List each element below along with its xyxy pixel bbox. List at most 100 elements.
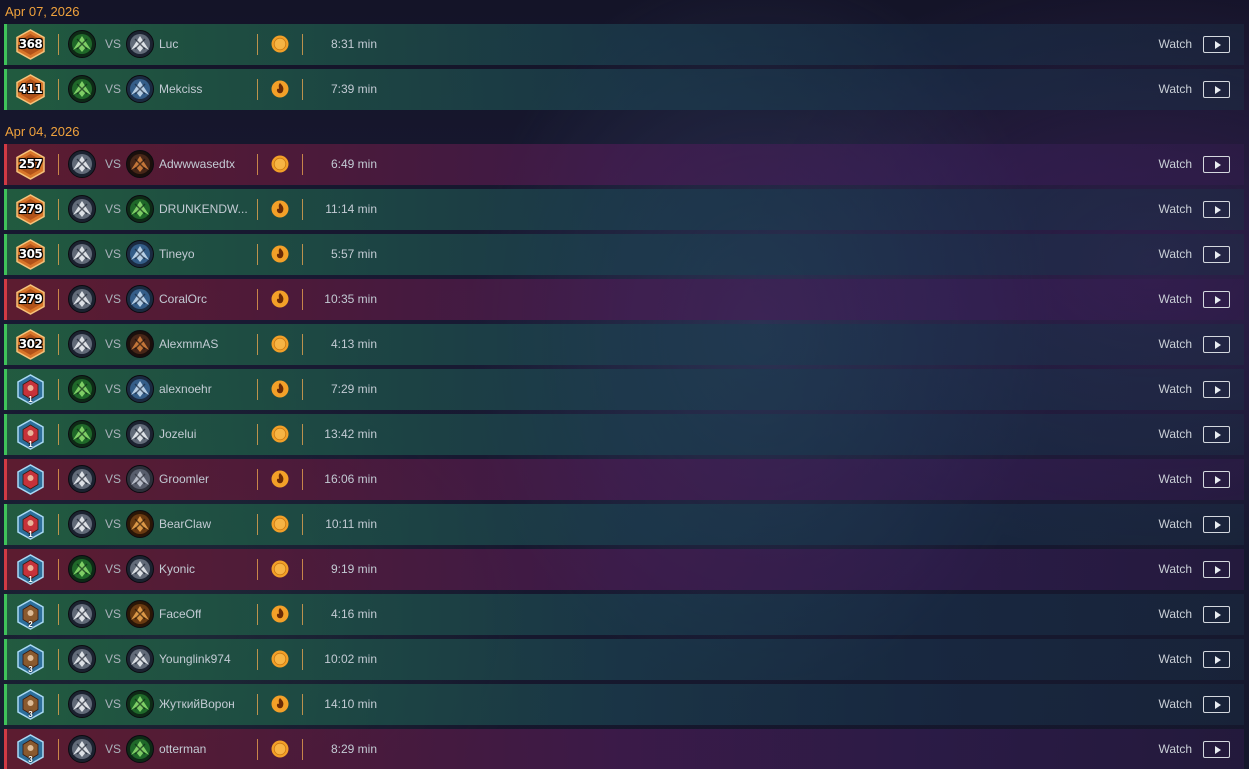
opponent-name: Tineyo bbox=[159, 247, 195, 261]
separator bbox=[257, 514, 258, 535]
watch-play-button[interactable] bbox=[1203, 336, 1230, 353]
match-row: 368 VS Luc 8:31 min Watch bbox=[4, 24, 1244, 65]
match-row: 2 VS FaceOff 4:16 min Watch bbox=[4, 594, 1244, 635]
watch-play-button[interactable] bbox=[1203, 36, 1230, 53]
separator bbox=[257, 154, 258, 175]
separator bbox=[58, 514, 59, 535]
play-icon bbox=[1214, 565, 1221, 574]
opponent-hero-icon bbox=[126, 600, 154, 628]
watch-play-button[interactable] bbox=[1203, 516, 1230, 533]
separator bbox=[302, 334, 303, 355]
watch-play-button[interactable] bbox=[1203, 81, 1230, 98]
rank-badge-icon: 3 bbox=[15, 689, 46, 720]
match-row: 411 VS Mekciss 7:39 min Watch bbox=[4, 69, 1244, 110]
match-row: 3 VS otterman 8:29 min Watch bbox=[4, 729, 1244, 769]
separator bbox=[58, 469, 59, 490]
player-hero-icon bbox=[68, 465, 96, 493]
watch-play-button[interactable] bbox=[1203, 606, 1230, 623]
watch-play-button[interactable] bbox=[1203, 471, 1230, 488]
match-duration: 10:02 min bbox=[324, 652, 377, 666]
vs-label: VS bbox=[105, 607, 122, 621]
match-duration: 8:31 min bbox=[330, 37, 377, 51]
vs-label: VS bbox=[105, 202, 122, 216]
player-hero-icon bbox=[68, 690, 96, 718]
opponent-name: DRUNKENDW... bbox=[159, 202, 248, 216]
play-icon bbox=[1214, 340, 1221, 349]
match-duration: 7:39 min bbox=[330, 82, 377, 96]
opponent-name: Luc bbox=[159, 37, 179, 51]
watch-link[interactable]: Watch bbox=[1158, 652, 1192, 666]
watch-link[interactable]: Watch bbox=[1158, 427, 1192, 441]
watch-link[interactable]: Watch bbox=[1158, 337, 1192, 351]
rank-number: 368 bbox=[18, 37, 43, 51]
vs-label: VS bbox=[105, 157, 122, 171]
watch-play-button[interactable] bbox=[1203, 696, 1230, 713]
watch-link[interactable]: Watch bbox=[1158, 202, 1192, 216]
rank-badge-icon: 368 bbox=[15, 29, 46, 60]
watch-play-button[interactable] bbox=[1203, 741, 1230, 758]
separator bbox=[257, 739, 258, 760]
flame-icon bbox=[271, 605, 289, 623]
watch-link[interactable]: Watch bbox=[1158, 157, 1192, 171]
player-hero-icon bbox=[68, 30, 96, 58]
rank-tier: 1 bbox=[28, 575, 33, 584]
rank-badge-icon: 1 bbox=[15, 419, 46, 450]
watch-link[interactable]: Watch bbox=[1158, 607, 1192, 621]
separator bbox=[58, 199, 59, 220]
watch-link[interactable]: Watch bbox=[1158, 697, 1192, 711]
opponent-name: ЖуткийВорон bbox=[159, 697, 235, 711]
player-hero-icon bbox=[68, 285, 96, 313]
player-hero-icon bbox=[68, 600, 96, 628]
rank-badge-icon bbox=[15, 464, 46, 495]
flame-icon bbox=[271, 200, 289, 218]
vs-label: VS bbox=[105, 697, 122, 711]
watch-link[interactable]: Watch bbox=[1158, 562, 1192, 576]
watch-play-button[interactable] bbox=[1203, 291, 1230, 308]
watch-play-button[interactable] bbox=[1203, 381, 1230, 398]
watch-link[interactable]: Watch bbox=[1158, 742, 1192, 756]
match-row: VS Groomler 16:06 min Watch bbox=[4, 459, 1244, 500]
opponent-name: otterman bbox=[159, 742, 207, 756]
separator bbox=[58, 79, 59, 100]
opponent-name: AlexmmAS bbox=[159, 337, 219, 351]
rank-badge-icon: 1 bbox=[15, 554, 46, 585]
separator bbox=[257, 559, 258, 580]
separator bbox=[257, 379, 258, 400]
separator bbox=[302, 379, 303, 400]
opponent-hero-icon bbox=[126, 465, 154, 493]
match-duration: 5:57 min bbox=[330, 247, 377, 261]
play-icon bbox=[1214, 205, 1221, 214]
watch-link[interactable]: Watch bbox=[1158, 472, 1192, 486]
flame-icon bbox=[271, 695, 289, 713]
watch-link[interactable]: Watch bbox=[1158, 247, 1192, 261]
watch-play-button[interactable] bbox=[1203, 156, 1230, 173]
separator bbox=[257, 289, 258, 310]
opponent-hero-icon bbox=[126, 735, 154, 763]
separator bbox=[302, 424, 303, 445]
watch-play-button[interactable] bbox=[1203, 426, 1230, 443]
vs-label: VS bbox=[105, 292, 122, 306]
separator bbox=[257, 34, 258, 55]
watch-link[interactable]: Watch bbox=[1158, 292, 1192, 306]
separator bbox=[302, 244, 303, 265]
opponent-hero-icon bbox=[126, 330, 154, 358]
opponent-name: Groomler bbox=[159, 472, 210, 486]
separator bbox=[58, 289, 59, 310]
opponent-hero-icon bbox=[126, 150, 154, 178]
separator bbox=[257, 334, 258, 355]
watch-play-button[interactable] bbox=[1203, 561, 1230, 578]
watch-link[interactable]: Watch bbox=[1158, 82, 1192, 96]
separator bbox=[302, 604, 303, 625]
match-row: 1 VS Jozelui 13:42 min Watch bbox=[4, 414, 1244, 455]
vs-label: VS bbox=[105, 382, 122, 396]
watch-link[interactable]: Watch bbox=[1158, 517, 1192, 531]
flame-icon bbox=[271, 290, 289, 308]
separator bbox=[302, 694, 303, 715]
watch-play-button[interactable] bbox=[1203, 201, 1230, 218]
watch-link[interactable]: Watch bbox=[1158, 37, 1192, 51]
watch-play-button[interactable] bbox=[1203, 651, 1230, 668]
watch-link[interactable]: Watch bbox=[1158, 382, 1192, 396]
player-hero-icon bbox=[68, 75, 96, 103]
rank-badge-icon: 302 bbox=[15, 329, 46, 360]
watch-play-button[interactable] bbox=[1203, 246, 1230, 263]
